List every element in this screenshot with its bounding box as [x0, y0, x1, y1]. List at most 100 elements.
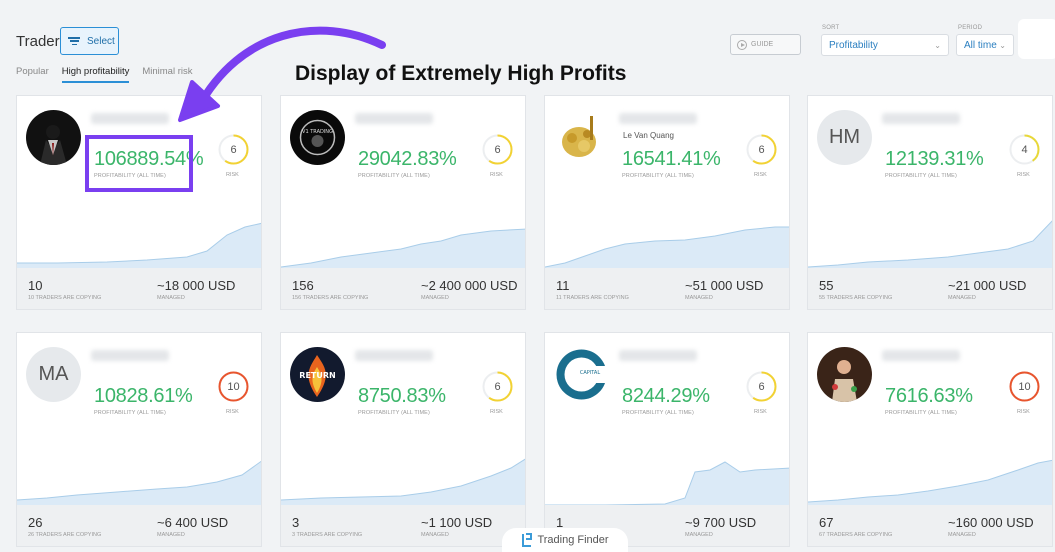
trader-name-blurred: [882, 113, 960, 124]
trader-name-blurred: [882, 350, 960, 361]
trader-card[interactable]: MA 10828.61% PROFITABILITY (ALL TIME) 10 RIS…: [16, 332, 262, 547]
card-footer: 156 156 TRADERS ARE COPYING ~2 400 000 USD…: [281, 268, 525, 309]
copiers-label: 26 TRADERS ARE COPYING: [28, 532, 102, 538]
guide-label: GUIDE: [751, 41, 774, 48]
copiers-label: 10 TRADERS ARE COPYING: [28, 295, 102, 301]
card-footer: 55 55 TRADERS ARE COPYING ~21 000 USD MANAG…: [808, 268, 1052, 309]
guide-button[interactable]: GUIDE: [730, 34, 801, 55]
copiers-count: 156: [292, 278, 314, 293]
risk-value: 4: [1021, 143, 1028, 156]
select-label: Select: [87, 35, 115, 47]
highlight-box: [85, 135, 193, 192]
risk-value: 6: [758, 143, 765, 156]
card-footer: 67 67 TRADERS ARE COPYING ~160 000 USD MANA…: [808, 505, 1052, 546]
managed-amount: ~21 000 USD: [948, 278, 1027, 293]
avatar[interactable]: HM: [817, 110, 872, 165]
risk-label: RISK: [1017, 172, 1030, 178]
profitability-label: PROFITABILITY (ALL TIME): [885, 173, 957, 179]
avatar[interactable]: [26, 110, 81, 165]
profitability-value: 7616.63%: [885, 385, 973, 407]
profitability-label: PROFITABILITY (ALL TIME): [622, 173, 694, 179]
trader-card[interactable]: 7616.63% PROFITABILITY (ALL TIME) 10 RISK 67…: [807, 332, 1053, 547]
risk-gauge: 6: [217, 133, 250, 166]
managed-amount: ~51 000 USD: [685, 278, 764, 293]
risk-gauge: 6: [745, 370, 778, 403]
avatar[interactable]: RETURN: [290, 347, 345, 402]
risk-label: RISK: [490, 172, 503, 178]
copiers-count: 67: [819, 515, 834, 530]
risk-label: RISK: [490, 409, 503, 415]
profitability-value: 10828.61%: [94, 385, 193, 407]
trader-card[interactable]: Le Van Quang 16541.41% PROFITABILITY (ALL …: [544, 95, 790, 310]
profitability-value: 8244.29%: [622, 385, 710, 407]
svg-text:RETURN: RETURN: [299, 371, 335, 380]
trader-card[interactable]: CAPITAL 8244.29% PROFITABILITY (ALL TIME) 6…: [544, 332, 790, 547]
period-dropdown[interactable]: All time ⌄: [956, 34, 1014, 56]
profitability-label: PROFITABILITY (ALL TIME): [358, 410, 430, 416]
sort-dropdown[interactable]: Profitability ⌄: [821, 34, 949, 56]
risk-label: RISK: [754, 172, 767, 178]
profitability-label: PROFITABILITY (ALL TIME): [358, 173, 430, 179]
avatar[interactable]: MA: [26, 347, 81, 402]
trader-subname: Le Van Quang: [623, 131, 675, 140]
managed-label: MANAGED: [157, 295, 185, 301]
managed-amount: ~1 100 USD: [421, 515, 493, 530]
avatar[interactable]: [817, 347, 872, 402]
annotation-text: Display of Extremely High Profits: [295, 62, 627, 85]
profitability-value: 16541.41%: [622, 148, 721, 170]
sort-label: SORT: [822, 25, 840, 31]
risk-value: 6: [758, 380, 765, 393]
managed-label: MANAGED: [948, 532, 976, 538]
risk-gauge: 6: [481, 133, 514, 166]
tab-popular[interactable]: Popular: [16, 66, 49, 83]
profitability-value: 12139.31%: [885, 148, 984, 170]
profit-chart: [808, 459, 1052, 505]
copiers-count: 55: [819, 278, 834, 293]
managed-label: MANAGED: [421, 295, 449, 301]
tab-high-profitability[interactable]: High profitability: [61, 66, 130, 83]
chevron-down-icon: ⌄: [934, 40, 941, 50]
corner-panel: [1018, 19, 1055, 59]
profitability-label: PROFITABILITY (ALL TIME): [622, 410, 694, 416]
tab-bar: Popular High profitability Minimal risk: [16, 66, 192, 83]
copiers-count: 10: [28, 278, 43, 293]
managed-amount: ~18 000 USD: [157, 278, 236, 293]
copiers-label: 11 TRADERS ARE COPYING: [556, 295, 629, 301]
select-button[interactable]: Select: [60, 27, 119, 55]
profit-chart: [808, 220, 1052, 268]
card-footer: 3 3 TRADERS ARE COPYING ~1 100 USD MANAGED: [281, 505, 525, 546]
risk-label: RISK: [1017, 409, 1030, 415]
play-icon: [737, 39, 747, 50]
risk-gauge: 6: [745, 133, 778, 166]
managed-amount: ~160 000 USD: [948, 515, 1034, 530]
managed-label: MANAGED: [948, 295, 976, 301]
risk-gauge: 6: [481, 370, 514, 403]
profitability-value: 29042.83%: [358, 148, 457, 170]
avatar[interactable]: CAPITAL: [554, 347, 609, 402]
trader-card[interactable]: RETURN 8750.83% PROFITABILITY (ALL TIME) 6 R…: [280, 332, 526, 547]
risk-gauge: 4: [1008, 133, 1041, 166]
risk-value: 6: [230, 143, 237, 156]
profit-chart: [281, 458, 525, 505]
trader-name-blurred: [619, 113, 697, 124]
avatar[interactable]: [554, 110, 609, 165]
profitability-label: PROFITABILITY (ALL TIME): [94, 410, 166, 416]
managed-label: MANAGED: [157, 532, 185, 538]
profit-chart: [17, 222, 261, 268]
profit-chart: [281, 228, 525, 268]
period-value: All time: [964, 39, 997, 51]
risk-gauge: 10: [217, 370, 250, 403]
copiers-label: 3 TRADERS ARE COPYING: [292, 532, 363, 538]
risk-value: 10: [227, 380, 240, 393]
trading-finder-logo: [522, 533, 533, 547]
watermark-text: Trading Finder: [537, 534, 609, 546]
copiers-count: 26: [28, 515, 43, 530]
trader-card[interactable]: HM 12139.31% PROFITABILITY (ALL TIME) 4 RISK…: [807, 95, 1053, 310]
trader-name-blurred: [619, 350, 697, 361]
profitability-label: PROFITABILITY (ALL TIME): [885, 410, 957, 416]
watermark: Trading Finder: [502, 528, 628, 552]
risk-value: 6: [494, 143, 501, 156]
copiers-count: 3: [292, 515, 300, 530]
copiers-label: 67 TRADERS ARE COPYING: [819, 532, 893, 538]
profitability-value: 8750.83%: [358, 385, 446, 407]
